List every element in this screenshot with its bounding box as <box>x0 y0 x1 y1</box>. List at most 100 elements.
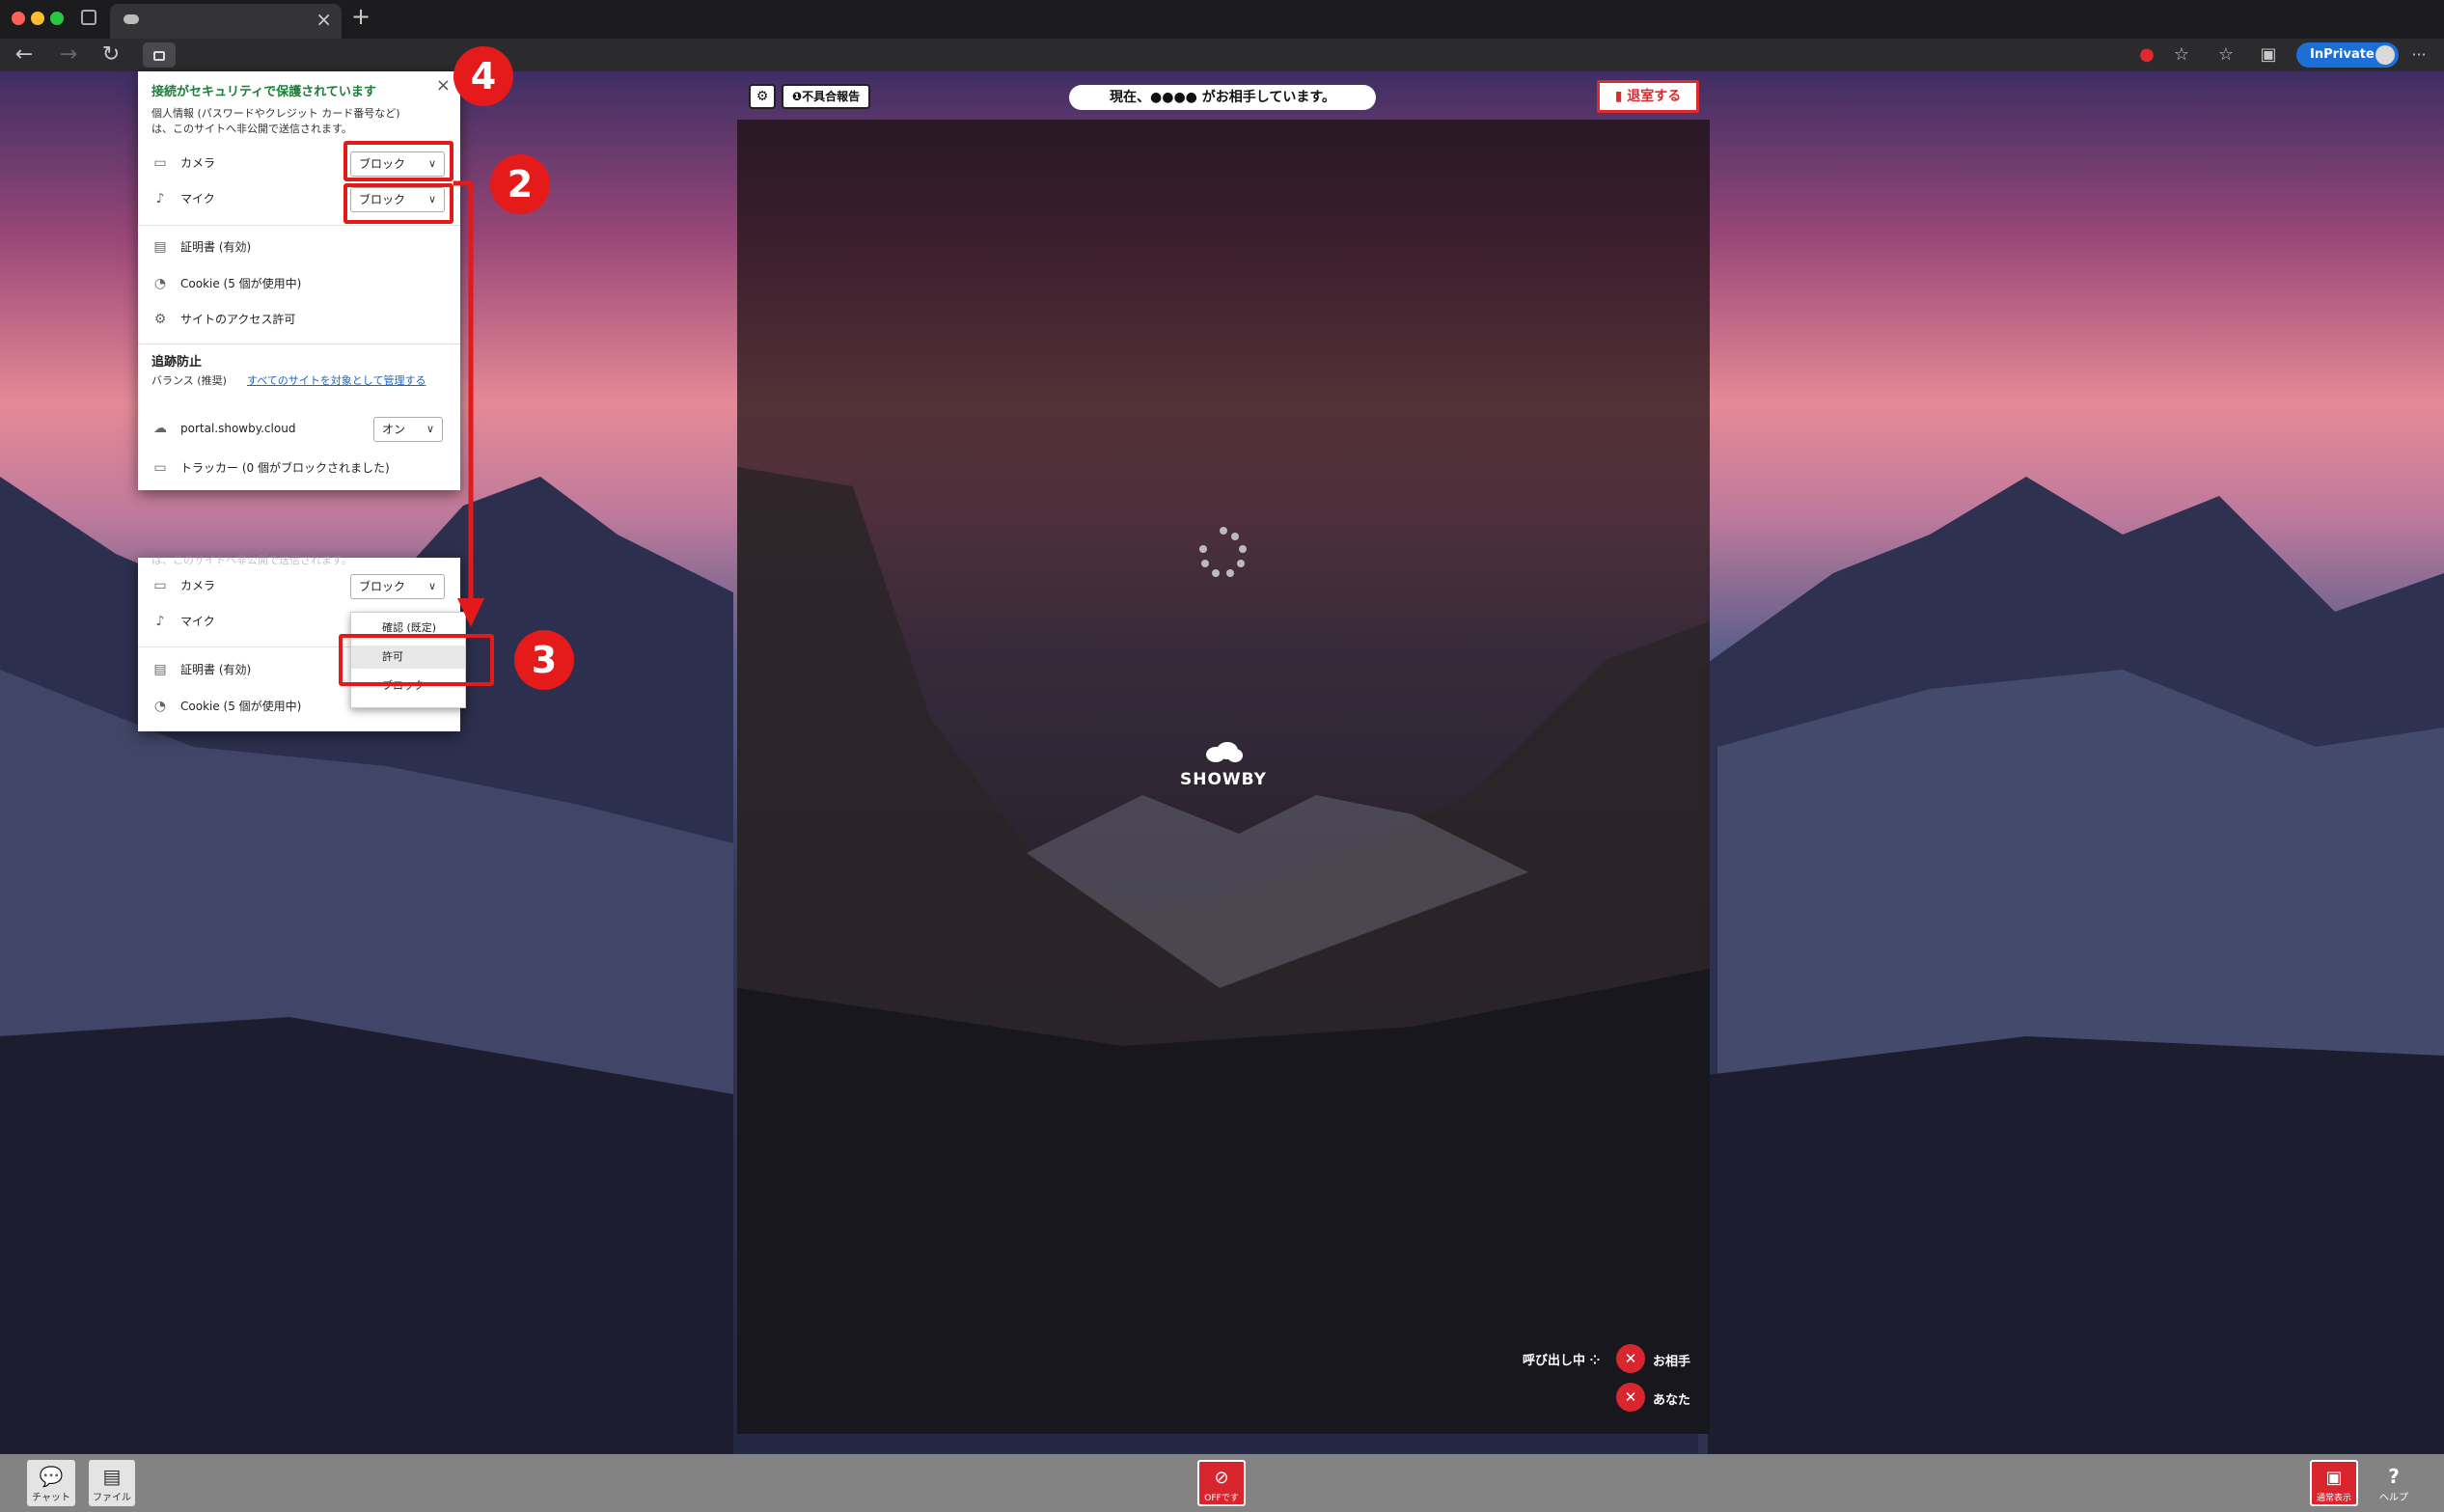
calling-spinner-icon: ⁘ <box>1589 1354 1601 1368</box>
chat-button[interactable]: 💬 チャット <box>27 1460 75 1506</box>
showby-logo: SHOWBY <box>1175 741 1272 789</box>
annotation-arrow <box>453 180 484 627</box>
description-line1: 個人情報 (パスワードやクレジット カード番号など) <box>151 107 400 120</box>
cloud-favicon-icon: ☁ <box>153 421 167 436</box>
inprivate-badge[interactable]: InPrivate <box>2296 42 2399 68</box>
favorite-add-icon[interactable]: ☆ <box>2165 39 2198 71</box>
status-pill: 現在、●●●● がお相手しています。 <box>1069 85 1376 110</box>
tab-close-button[interactable]: × <box>316 8 332 31</box>
view-icon: ▣ <box>2325 1468 2343 1488</box>
cookie-icon: ◔ <box>153 699 167 714</box>
profile-avatar <box>2375 45 2395 65</box>
new-tab-button[interactable]: + <box>351 3 371 30</box>
divider <box>138 225 460 226</box>
camera-blocked-icon: ▭ <box>153 155 167 171</box>
gear-icon: ⚙ <box>153 312 167 327</box>
camera-label: カメラ <box>180 156 216 170</box>
camera-select-value: ブロック <box>359 580 406 593</box>
report-bug-button[interactable]: ❶不具合報告 <box>782 84 870 109</box>
minimize-window-button[interactable] <box>31 12 44 25</box>
inprivate-label: InPrivate <box>2310 47 2375 62</box>
logo-text: SHOWBY <box>1179 770 1267 789</box>
reload-icon[interactable]: ↻ <box>95 39 127 71</box>
tracking-title: 追跡防止 <box>151 355 203 370</box>
leave-button-label: 退室する <box>1627 89 1682 104</box>
site-info-popup: × 接続がセキュリティで保護されています 個人情報 (パスワードやクレジット カ… <box>138 71 460 490</box>
more-menu-button[interactable]: ··· <box>2403 39 2435 71</box>
highlight-camera-select <box>343 141 453 181</box>
cloud-logo-icon <box>1206 742 1243 762</box>
close-icon[interactable]: × <box>436 75 451 96</box>
mic-label: マイク <box>180 615 215 628</box>
door-icon: ▮ <box>1614 89 1628 104</box>
certificate-label: 証明書 (有効) <box>180 663 252 676</box>
camera-off-label: OFFです <box>1204 1494 1239 1503</box>
calling-status: 呼び出し中 ⁘ <box>1523 1350 1600 1368</box>
chat-icon: 💬 <box>39 1465 64 1488</box>
gear-icon: ⚙ <box>755 89 769 104</box>
step-badge-4: 4 <box>453 46 513 106</box>
cloud-favicon-icon <box>124 14 139 24</box>
camera-permission-row: ▭ カメラ ブロック ∨ <box>138 569 460 602</box>
info-icon: ❶ <box>791 90 803 103</box>
file-button[interactable]: ▤ ファイル <box>89 1460 135 1506</box>
manage-tracking-link[interactable]: すべてのサイトを対象として管理する <box>247 372 426 388</box>
highlight-allow-option <box>339 634 494 686</box>
cut-description: は、このサイトへ非公開で送信されます。 <box>151 554 352 566</box>
back-icon[interactable]: ← <box>8 39 41 71</box>
certificate-icon: ▤ <box>153 662 167 677</box>
camera-off-button[interactable]: ⊘ OFFです <box>1197 1460 1246 1506</box>
leave-room-button[interactable]: ▮ 退室する <box>1597 80 1699 113</box>
secure-description: 個人情報 (パスワードやクレジット カード番号など) は、このサイトへ非公開で送… <box>151 106 400 137</box>
cookie-icon: ◔ <box>153 276 167 291</box>
site-domain: portal.showby.cloud <box>180 422 296 435</box>
camera-blocked-icon: ▭ <box>153 578 167 593</box>
settings-button[interactable]: ⚙ <box>749 84 776 109</box>
bottom-toolbar: 💬 チャット ▤ ファイル ⊘ OFFです ▣ 通常表示 ? ヘルプ <box>0 1454 2444 1512</box>
site-permissions-row[interactable]: ⚙ サイトのアクセス許可 <box>138 303 460 336</box>
browser-toolbar: ← → ↻ ● ☆ ☆ ▣ ··· <box>0 39 2444 71</box>
site-info-lock-button[interactable] <box>143 42 176 68</box>
favorites-icon[interactable]: ☆ <box>2210 39 2242 71</box>
browser-tab-bar: × + <box>0 0 2444 39</box>
chevron-down-icon: ∨ <box>427 580 436 592</box>
step-badge-3: 3 <box>514 630 574 690</box>
report-button-label: 不具合報告 <box>802 90 861 103</box>
camera-label: カメラ <box>180 579 216 592</box>
tracking-toggle-select[interactable]: オン ∨ <box>373 417 443 442</box>
collections-icon[interactable]: ▣ <box>2252 39 2285 71</box>
mic-blocked-icon[interactable]: ● <box>2130 39 2163 71</box>
secure-connection-title: 接続がセキュリティで保護されています <box>151 85 376 99</box>
mic-label: マイク <box>180 192 215 206</box>
description-line2: は、このサイトへ非公開で送信されます。 <box>151 123 352 135</box>
help-button[interactable]: ? ヘルプ <box>2370 1460 2418 1506</box>
camera-permission-select[interactable]: ブロック ∨ <box>350 574 445 599</box>
forward-icon[interactable]: → <box>52 39 85 71</box>
cookie-row[interactable]: ◔ Cookie (5 個が使用中) <box>138 267 460 300</box>
close-window-button[interactable] <box>12 12 25 25</box>
tracking-toggle-value: オン <box>382 423 406 436</box>
help-icon: ? <box>2388 1465 2400 1488</box>
tracker-row[interactable]: ▭ トラッカー (0 個がブロックされました) <box>138 452 460 484</box>
tracker-icon: ▭ <box>153 460 167 476</box>
step-badge-2: 2 <box>490 154 550 214</box>
certificate-row[interactable]: ▤ 証明書 (有効) <box>138 231 460 263</box>
site-tracking-row: ☁ portal.showby.cloud オン ∨ <box>138 412 460 445</box>
file-icon: ▤ <box>102 1465 122 1488</box>
certificate-label: 証明書 (有効) <box>180 240 252 254</box>
browser-tab[interactable]: × <box>110 4 342 39</box>
tab-actions-icon[interactable] <box>81 10 96 25</box>
zoom-window-button[interactable] <box>50 12 64 25</box>
partner-label: お相手 <box>1653 1355 1691 1369</box>
normal-view-button[interactable]: ▣ 通常表示 <box>2310 1460 2358 1506</box>
certificate-icon: ▤ <box>153 239 167 255</box>
camera-off-icon: ⊘ <box>1214 1468 1229 1488</box>
screen: × + ← → ↻ ● ☆ ☆ ▣ ··· InPrivate SHOWBY ⚙… <box>0 0 2444 1512</box>
file-label: ファイル <box>93 1493 131 1503</box>
cookie-label: Cookie (5 個が使用中) <box>180 277 302 290</box>
tracker-label: トラッカー (0 個がブロックされました) <box>180 461 390 475</box>
normal-view-label: 通常表示 <box>2316 1494 2351 1503</box>
chat-label: チャット <box>32 1493 70 1503</box>
cookie-label: Cookie (5 個が使用中) <box>180 700 302 713</box>
mic-blocked-icon: ♪ <box>155 191 165 206</box>
